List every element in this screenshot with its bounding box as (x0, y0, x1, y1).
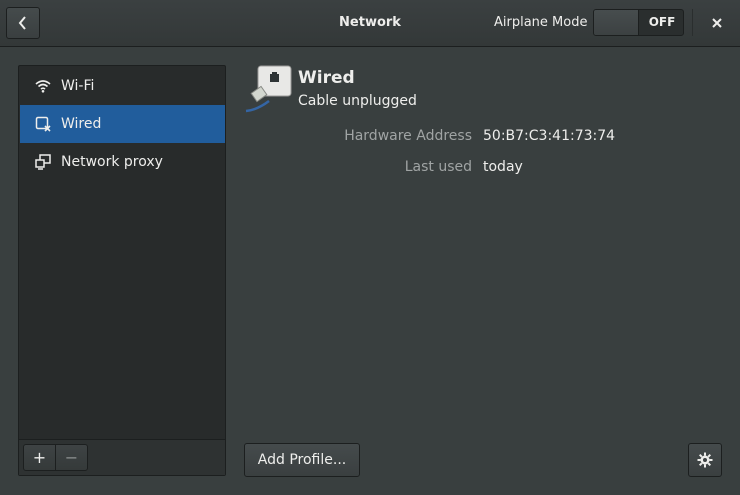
sidebar-item-wifi[interactable]: Wi-Fi (20, 67, 225, 105)
hardware-address-value: 50:B7:C3:41:73:74 (483, 128, 616, 144)
switch-state-label: OFF (648, 15, 676, 29)
airplane-mode-label: Airplane Mode (494, 15, 588, 30)
sidebar-item-label: Wi-Fi (61, 78, 95, 94)
switch-knob[interactable] (594, 10, 639, 35)
close-button[interactable] (702, 9, 732, 37)
sidebar-item-label: Network proxy (61, 154, 163, 170)
header-separator (692, 9, 693, 36)
settings-button[interactable] (688, 443, 722, 477)
wired-device-icon (245, 65, 293, 113)
hardware-address-label: Hardware Address (344, 128, 472, 144)
wifi-icon (34, 77, 52, 95)
network-proxy-icon (34, 153, 52, 171)
airplane-mode-switch[interactable]: OFF (593, 9, 684, 36)
remove-connection-button[interactable]: − (55, 444, 88, 471)
sidebar-item-wired[interactable]: Wired (20, 105, 225, 143)
gear-icon (697, 452, 713, 468)
add-connection-button[interactable]: + (23, 444, 56, 471)
sidebar-toolbar: + − (19, 439, 225, 475)
sidebar-item-network-proxy[interactable]: Network proxy (20, 143, 225, 181)
wired-network-icon (34, 115, 52, 133)
last-used-label: Last used (404, 159, 472, 175)
device-status: Cable unplugged (298, 93, 417, 109)
close-icon (712, 18, 722, 28)
last-used-value: today (483, 159, 523, 175)
network-sidebar: Wi-Fi Wired Network proxy + − (18, 65, 226, 476)
add-profile-button[interactable]: Add Profile... (244, 443, 360, 477)
sidebar-item-label: Wired (61, 116, 102, 132)
header-bar: Network Airplane Mode OFF (0, 0, 740, 47)
device-name: Wired (298, 68, 355, 88)
